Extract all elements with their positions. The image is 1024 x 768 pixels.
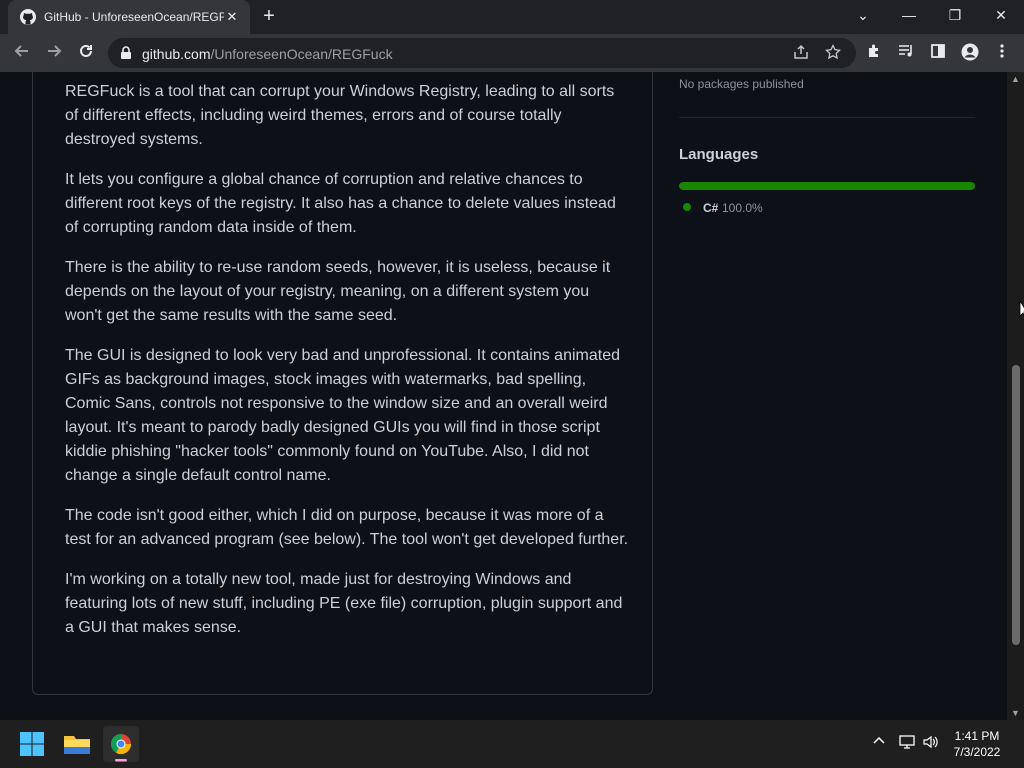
lock-icon[interactable]	[120, 46, 132, 60]
close-window-button[interactable]: ✕	[978, 0, 1024, 32]
url-path: /UnforeseenOcean/REGFuck	[210, 46, 393, 62]
readme-paragraph: The GUI is designed to look very bad and…	[65, 347, 620, 484]
taskbar-clock[interactable]: 1:41 PM 7/3/2022	[942, 728, 1012, 760]
browser-tab-active[interactable]: GitHub - UnforeseenOcean/REGFuck ✕	[8, 0, 250, 34]
language-bar-csharp	[679, 182, 975, 190]
volume-icon[interactable]	[920, 734, 942, 753]
languages-heading[interactable]: Languages	[679, 146, 758, 163]
language-name[interactable]: C#	[703, 201, 718, 215]
url-text: github.com/UnforeseenOcean/REGFuck	[142, 46, 393, 62]
language-bar	[679, 182, 975, 190]
readme-paragraph: REGFuck is a tool that can corrupt your …	[65, 83, 615, 148]
readme-paragraph: It lets you configure a global chance of…	[65, 171, 616, 236]
minimize-button[interactable]: —	[886, 0, 932, 32]
address-bar[interactable]: github.com/UnforeseenOcean/REGFuck	[108, 38, 856, 68]
tab-title: GitHub - UnforeseenOcean/REGFuck	[44, 10, 224, 24]
restore-button[interactable]: ❐	[932, 0, 978, 32]
readme-paragraph: The code isn't good either, which I did …	[65, 507, 629, 548]
browser-toolbar: github.com/UnforeseenOcean/REGFuck	[0, 34, 1024, 72]
windows-start-icon[interactable]	[14, 726, 50, 762]
windows-taskbar: 1:41 PM 7/3/2022	[0, 720, 1024, 768]
github-icon	[20, 9, 36, 25]
clock-time: 1:41 PM	[954, 729, 1000, 743]
url-host: github.com	[142, 46, 211, 62]
profile-avatar-icon[interactable]	[960, 43, 980, 63]
show-hidden-icons-chevron-icon[interactable]	[868, 734, 890, 751]
scroll-down-arrow-icon[interactable]: ▼	[1011, 708, 1020, 718]
mouse-cursor-icon	[1019, 300, 1024, 317]
bookmark-star-icon[interactable]	[824, 43, 842, 62]
network-icon[interactable]	[896, 734, 918, 753]
packages-empty-text: No packages published	[679, 77, 804, 91]
menu-kebab-icon[interactable]	[992, 43, 1012, 63]
clock-date: 7/3/2022	[953, 745, 1001, 759]
side-panel-icon[interactable]	[928, 43, 948, 63]
file-explorer-icon[interactable]	[59, 726, 95, 762]
page-scrollbar[interactable]: ▲ ▼	[1007, 72, 1024, 720]
readme-paragraph: There is the ability to re-use random se…	[65, 259, 611, 324]
sidebar-divider	[679, 117, 975, 118]
new-tab-button[interactable]: +	[258, 6, 280, 28]
readme-paragraph: I'm working on a totally new tool, made …	[65, 571, 623, 636]
tab-search-button[interactable]: ⌄	[840, 0, 886, 32]
forward-arrow-icon[interactable]	[42, 42, 66, 64]
scrollbar-thumb[interactable]	[1012, 365, 1020, 645]
scroll-up-arrow-icon[interactable]: ▲	[1011, 74, 1020, 84]
tab-close-icon[interactable]: ✕	[222, 7, 242, 27]
reload-icon[interactable]	[74, 42, 98, 64]
browser-titlebar: GitHub - UnforeseenOcean/REGFuck ✕ + ⌄ —…	[0, 0, 1024, 34]
media-control-icon[interactable]	[896, 43, 916, 63]
share-icon[interactable]	[792, 44, 810, 62]
language-color-dot	[683, 203, 691, 211]
page-content: REGFuck is a tool that can corrupt your …	[0, 72, 1007, 720]
chrome-taskbar-icon[interactable]	[103, 726, 139, 762]
readme-body: REGFuck is a tool that can corrupt your …	[65, 80, 630, 656]
language-percent[interactable]: 100.0%	[722, 201, 763, 215]
extensions-icon[interactable]	[864, 43, 884, 63]
back-arrow-icon[interactable]	[10, 42, 34, 64]
